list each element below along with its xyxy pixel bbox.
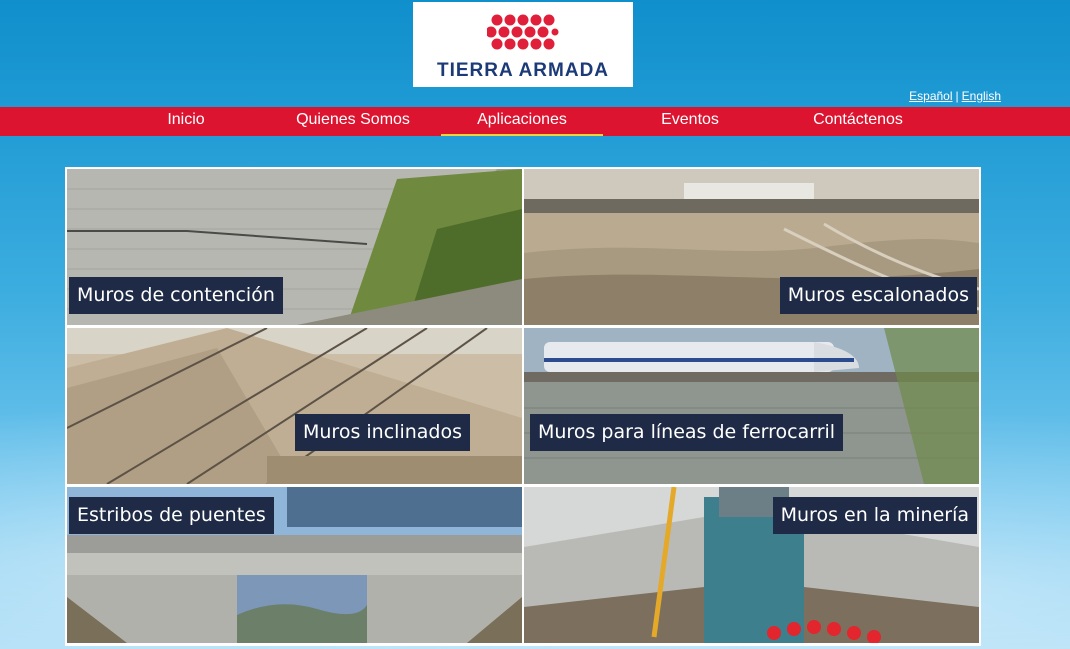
- tile-caption: Muros de contención: [69, 277, 283, 314]
- tile-muros-escalonados[interactable]: Muros escalonados: [524, 169, 979, 325]
- tile-muros-de-contencion[interactable]: Muros de contención: [67, 169, 522, 325]
- tile-muros-en-la-mineria[interactable]: Muros en la minería: [524, 487, 979, 643]
- main-navigation: Inicio Quienes Somos Aplicaciones Evento…: [0, 107, 1070, 136]
- logo-text: TIERRA ARMADA: [436, 60, 610, 81]
- tile-caption: Muros para líneas de ferrocarril: [530, 414, 844, 451]
- tile-muros-inclinados[interactable]: Muros inclinados: [67, 328, 522, 484]
- tile-caption: Muros en la minería: [772, 497, 977, 534]
- nav-item-contactenos[interactable]: Contáctenos: [798, 107, 918, 136]
- tierra-armada-logo[interactable]: TIERRA ARMADA: [413, 2, 633, 87]
- nav-item-eventos[interactable]: Eventos: [640, 107, 740, 136]
- language-link-spanish[interactable]: Español: [909, 89, 952, 103]
- nav-item-inicio[interactable]: Inicio: [136, 107, 236, 136]
- language-separator: |: [955, 89, 959, 103]
- tile-muros-para-lineas-de-ferrocarril[interactable]: Muros para líneas de ferrocarril: [524, 328, 979, 484]
- tile-caption: Muros inclinados: [295, 414, 470, 451]
- railway-wall-photo: [524, 328, 979, 484]
- language-link-english[interactable]: English: [962, 89, 1001, 103]
- applications-grid: Muros de contención Muros escalonados Mu…: [65, 167, 981, 646]
- logo-dots-icon: [487, 14, 559, 50]
- tile-caption: Muros escalonados: [779, 277, 977, 314]
- inclined-wall-photo: [67, 328, 522, 484]
- tile-estribos-de-puentes[interactable]: Estribos de puentes: [67, 487, 522, 643]
- tile-caption: Estribos de puentes: [69, 497, 274, 534]
- nav-item-quienes-somos[interactable]: Quienes Somos: [283, 107, 423, 136]
- language-switcher: Español | English: [909, 89, 1001, 103]
- nav-item-aplicaciones[interactable]: Aplicaciones: [441, 107, 603, 136]
